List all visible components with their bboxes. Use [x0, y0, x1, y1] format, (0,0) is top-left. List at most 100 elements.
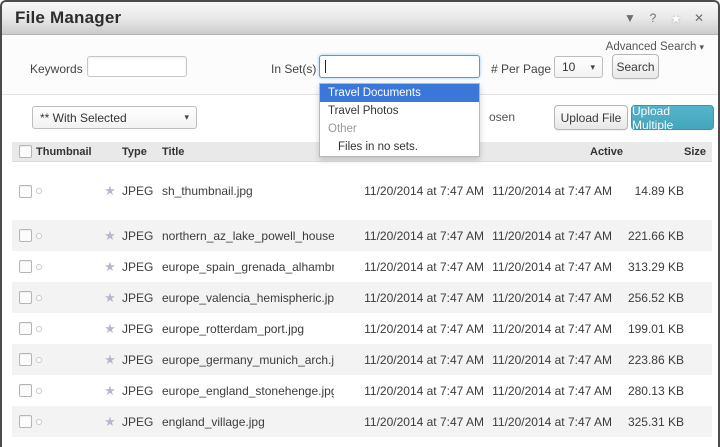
row-checkbox[interactable]: [19, 353, 32, 366]
advanced-search-link[interactable]: Advanced Search▾: [606, 41, 704, 53]
star-icon[interactable]: ★: [104, 228, 116, 243]
file-uploaded-date: 11/20/2014 at 7:47 AM: [334, 229, 484, 243]
star-icon[interactable]: ★: [104, 290, 116, 305]
title-bar: File Manager ▼ ? ★ ✕: [2, 2, 718, 35]
row-checkbox[interactable]: [19, 185, 32, 198]
thumbnail[interactable]: [36, 188, 42, 194]
file-size: 199.01 KB: [612, 322, 684, 336]
star-icon[interactable]: ★: [104, 321, 116, 336]
table-row[interactable]: ★ JPEG sh_thumbnail.jpg 11/20/2014 at 7:…: [12, 162, 712, 220]
file-title: europe_england_stonehenge.jpg: [162, 384, 334, 398]
help-icon[interactable]: ?: [646, 12, 660, 24]
thumbnail[interactable]: [36, 326, 42, 332]
file-title: northern_az_lake_powell_house_boats.jpg: [162, 229, 334, 243]
table-row[interactable]: ★ JPEG europe_spain_grenada_alhambra.jpg…: [12, 251, 712, 282]
star-icon[interactable]: ★: [104, 183, 116, 198]
file-title: europe_rotterdam_port.jpg: [162, 322, 334, 336]
file-uploaded-date: 11/20/2014 at 7:47 AM: [334, 353, 484, 367]
chevron-down-icon: ▾: [184, 112, 189, 123]
search-button[interactable]: Search: [612, 54, 659, 79]
file-title: europe_valencia_hemispheric.jpg: [162, 291, 334, 305]
file-type: JPEG: [122, 322, 162, 336]
file-type: JPEG: [122, 353, 162, 367]
file-uploaded-date: 11/20/2014 at 7:47 AM: [334, 184, 484, 198]
window-menu-icon[interactable]: ▼: [623, 12, 637, 24]
star-icon[interactable]: ★: [104, 414, 116, 429]
table-row[interactable]: ★ JPEG europe_england_stonehenge.jpg 11/…: [12, 375, 712, 406]
file-active-date: 11/20/2014 at 7:47 AM: [484, 322, 612, 336]
file-active-date: 11/20/2014 at 7:47 AM: [484, 260, 612, 274]
advanced-search-label: Advanced Search: [606, 41, 697, 53]
file-uploaded-date: 11/20/2014 at 7:47 AM: [334, 291, 484, 305]
in-sets-input[interactable]: [319, 55, 480, 78]
with-selected-select[interactable]: ** With Selected ▾: [32, 106, 197, 129]
upload-multiple-label: Upload Multiple: [632, 104, 713, 132]
files-table: Thumbnail Type Title Active Size ★ JPEG …: [12, 142, 712, 437]
file-size: 280.13 KB: [612, 384, 684, 398]
text-cursor: [325, 60, 326, 73]
file-title: europe_spain_grenada_alhambra.jpg: [162, 260, 334, 274]
file-chosen-text: osen: [489, 110, 515, 124]
upload-multiple-button[interactable]: Upload Multiple: [631, 105, 714, 130]
table-row[interactable]: ★ JPEG england_village.jpg 11/20/2014 at…: [12, 406, 712, 437]
file-size: 256.52 KB: [612, 291, 684, 305]
upload-file-button[interactable]: Upload File: [554, 105, 628, 130]
row-checkbox[interactable]: [19, 260, 32, 273]
table-body: ★ JPEG sh_thumbnail.jpg 11/20/2014 at 7:…: [12, 162, 712, 437]
table-row[interactable]: ★ JPEG europe_rotterdam_port.jpg 11/20/2…: [12, 313, 712, 344]
favorite-star-icon[interactable]: ★: [669, 12, 683, 25]
chevron-down-icon: ▾: [590, 62, 595, 73]
window-title: File Manager: [2, 8, 121, 28]
with-selected-value: ** With Selected: [40, 111, 127, 125]
file-size: 14.89 KB: [612, 184, 684, 198]
close-icon[interactable]: ✕: [692, 12, 706, 24]
file-active-date: 11/20/2014 at 7:47 AM: [484, 229, 612, 243]
row-checkbox[interactable]: [19, 322, 32, 335]
file-size: 313.29 KB: [612, 260, 684, 274]
thumbnail[interactable]: [36, 233, 42, 239]
header-active: Active: [554, 146, 646, 158]
file-type: JPEG: [122, 184, 162, 198]
star-icon[interactable]: ★: [104, 259, 116, 274]
thumbnail[interactable]: [36, 264, 42, 270]
dropdown-option[interactable]: Travel Documents: [320, 84, 479, 102]
row-checkbox[interactable]: [19, 229, 32, 242]
select-all-checkbox[interactable]: [19, 145, 32, 158]
keywords-input[interactable]: [87, 56, 187, 77]
dropdown-option[interactable]: Other: [320, 120, 479, 138]
file-active-date: 11/20/2014 at 7:47 AM: [484, 384, 612, 398]
star-icon[interactable]: ★: [104, 383, 116, 398]
file-size: 325.31 KB: [612, 415, 684, 429]
file-active-date: 11/20/2014 at 7:47 AM: [484, 291, 612, 305]
file-uploaded-date: 11/20/2014 at 7:47 AM: [334, 260, 484, 274]
table-row[interactable]: ★ JPEG europe_valencia_hemispheric.jpg 1…: [12, 282, 712, 313]
titlebar-icons: ▼ ? ★ ✕: [623, 12, 718, 25]
file-title: england_village.jpg: [162, 415, 334, 429]
dropdown-option[interactable]: Files in no sets.: [320, 138, 479, 156]
upload-file-label: Upload File: [561, 111, 622, 125]
file-type: JPEG: [122, 260, 162, 274]
header-size: Size: [646, 146, 684, 158]
in-sets-dropdown: Travel DocumentsTravel PhotosOtherFiles …: [319, 83, 480, 157]
table-row[interactable]: ★ JPEG northern_az_lake_powell_house_boa…: [12, 220, 712, 251]
row-checkbox[interactable]: [19, 384, 32, 397]
dropdown-option[interactable]: Travel Photos: [320, 102, 479, 120]
file-uploaded-date: 11/20/2014 at 7:47 AM: [334, 322, 484, 336]
star-icon[interactable]: ★: [104, 352, 116, 367]
row-checkbox[interactable]: [19, 415, 32, 428]
per-page-value: 10: [562, 60, 575, 74]
per-page-label: # Per Page: [491, 62, 551, 76]
file-type: JPEG: [122, 291, 162, 305]
per-page-select[interactable]: 10 ▾: [554, 56, 603, 78]
file-title: sh_thumbnail.jpg: [162, 184, 334, 198]
file-uploaded-date: 11/20/2014 at 7:47 AM: [334, 415, 484, 429]
thumbnail[interactable]: [36, 419, 42, 425]
header-thumbnail: Thumbnail: [36, 146, 98, 158]
table-row[interactable]: ★ JPEG europe_germany_munich_arch.jpg 11…: [12, 344, 712, 375]
thumbnail[interactable]: [36, 357, 42, 363]
in-sets-label: In Set(s): [271, 62, 316, 76]
thumbnail[interactable]: [36, 388, 42, 394]
thumbnail[interactable]: [36, 295, 42, 301]
file-title: europe_germany_munich_arch.jpg: [162, 353, 334, 367]
row-checkbox[interactable]: [19, 291, 32, 304]
